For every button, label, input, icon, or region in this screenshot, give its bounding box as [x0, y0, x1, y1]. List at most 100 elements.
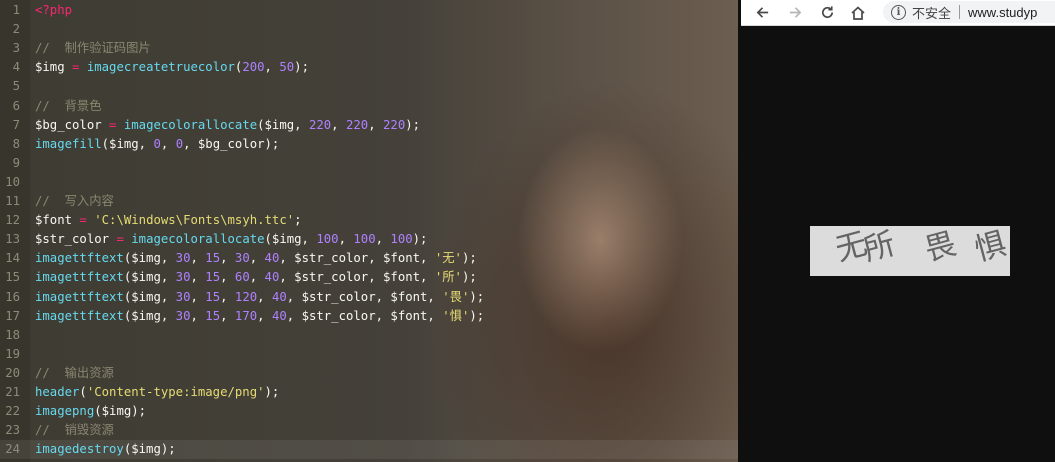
line-code[interactable]: $str_color = imagecolorallocate($img, 10… [35, 230, 427, 249]
line-code[interactable]: $bg_color = imagecolorallocate($img, 220… [35, 116, 420, 135]
code-token: ; [294, 213, 302, 228]
code-token: 'C:\Windows\Fonts\msyh.ttc' [94, 213, 295, 228]
back-arrow-icon[interactable] [750, 0, 774, 25]
line-code[interactable]: imagettftext($img, 30, 15, 120, 40, $str… [35, 288, 484, 307]
code-line[interactable]: 11 // 写入内容 [0, 192, 738, 211]
line-number: 22 [5, 404, 20, 419]
code-line[interactable]: 8 imagefill($img, 0, 0, $bg_color); [0, 135, 738, 154]
code-line[interactable]: 18 [0, 326, 738, 345]
code-token: ); [461, 270, 477, 285]
line-code[interactable]: imagettftext($img, 30, 15, 170, 40, $str… [35, 307, 484, 326]
line-number: 10 [5, 174, 20, 189]
code-token: // 输出资源 [35, 365, 114, 380]
forward-arrow-icon[interactable] [783, 0, 807, 25]
line-code[interactable]: // 制作验证码图片 [35, 39, 151, 58]
code-token: ($img, [123, 308, 176, 323]
code-line[interactable]: 21 header('Content-type:image/png'); [0, 383, 738, 402]
code-token: '所' [434, 270, 462, 285]
line-code[interactable]: $img = imagecreatetruecolor(200, 50); [35, 58, 309, 77]
line-code[interactable]: header('Content-type:image/png'); [35, 383, 279, 402]
code-token: 100 [316, 232, 339, 247]
line-code[interactable]: imagettftext($img, 30, 15, 60, 40, $str_… [35, 268, 477, 287]
code-line[interactable]: 5 [0, 77, 738, 96]
line-code[interactable]: // 销毁资源 [35, 421, 114, 440]
code-line[interactable]: 20 // 输出资源 [0, 364, 738, 383]
line-number: 17 [5, 308, 20, 323]
code-token: , [257, 308, 272, 323]
line-code[interactable]: // 背景色 [35, 97, 102, 116]
line-number: 21 [5, 385, 20, 399]
code-token: 40 [264, 270, 280, 285]
code-token: , [375, 232, 391, 247]
line-number: 14 [5, 251, 20, 266]
browser-toolbar: i 不安全 www.studyp [741, 0, 1055, 26]
code-line[interactable]: 13 $str_color = imagecolorallocate($img, … [0, 230, 738, 249]
code-line[interactable]: 6 // 背景色 [0, 97, 738, 116]
code-token: = [109, 232, 132, 247]
code-token: $bg_color [35, 117, 102, 132]
code-token: 50 [279, 60, 295, 75]
code-line[interactable]: 19 [0, 345, 738, 364]
code-line[interactable]: 4 $img = imagecreatetruecolor(200, 50); [0, 58, 738, 77]
code-token: imagettftext [35, 270, 124, 285]
home-icon[interactable] [846, 0, 870, 25]
code-line[interactable]: 10 [0, 173, 738, 192]
line-code[interactable]: imagedestroy($img); [35, 440, 176, 459]
code-line[interactable]: 22 imagepng($img); [0, 402, 738, 421]
code-token: '畏' [442, 289, 470, 304]
line-code[interactable]: imagettftext($img, 30, 15, 30, 40, $str_… [35, 249, 477, 268]
code-token: , [338, 232, 354, 247]
reload-icon[interactable] [815, 0, 839, 25]
code-line[interactable]: 12 $font = 'C:\Windows\Fonts\msyh.ttc'; [0, 211, 738, 230]
code-token: ($img); [123, 442, 176, 457]
line-code[interactable]: imagefill($img, 0, 0, $bg_color); [35, 135, 279, 154]
line-code[interactable]: // 输出资源 [35, 364, 114, 383]
info-icon[interactable]: i [891, 4, 906, 20]
line-code[interactable]: // 写入内容 [35, 192, 114, 211]
code-line[interactable]: 2 [0, 20, 738, 39]
address-bar[interactable]: i 不安全 www.studyp [883, 1, 1055, 23]
code-token: ($img, [123, 289, 176, 304]
code-token: 60 [234, 270, 250, 285]
code-token: 'Content-type:image/png' [86, 385, 265, 399]
code-token: 0 [175, 136, 184, 151]
code-token: ($img, [101, 136, 154, 151]
line-code[interactable]: <?php [35, 1, 72, 20]
line-number: 24 [5, 442, 20, 457]
code-token: imagefill [35, 136, 102, 151]
code-token: $img [35, 60, 65, 75]
line-number: 19 [5, 346, 20, 361]
line-number: 4 [12, 60, 20, 75]
code-token: ($img, [264, 232, 317, 247]
code-editor[interactable]: 1 <?php 2 3// 制作验证码图片 4 $img = imagecreatetru… [0, 0, 738, 462]
code-line[interactable]: 17 imagettftext($img, 30, 15, 170, 40, $s… [0, 307, 738, 326]
code-token: 220 [345, 117, 369, 132]
code-token: 220 [308, 117, 332, 132]
code-line[interactable]: 23 // 销毁资源 [0, 421, 738, 440]
code-token: imagedestroy [35, 442, 124, 457]
code-line[interactable]: 14 imagettftext($img, 30, 15, 30, 40, $st… [0, 249, 738, 268]
code-line[interactable]: 3 // 制作验证码图片 [0, 39, 738, 58]
line-code[interactable]: $font = 'C:\Windows\Fonts\msyh.ttc'; [35, 211, 302, 230]
line-number: 3 [12, 41, 20, 56]
url-text[interactable]: www.studyp [968, 5, 1037, 20]
code-token: = [64, 60, 87, 75]
code-token: $font [35, 213, 73, 228]
code-line[interactable]: 9 [0, 154, 738, 173]
code-line[interactable]: 16 imagettftext($img, 30, 15, 120, 40, $s… [0, 288, 738, 307]
line-number: 23 [5, 423, 20, 438]
code-token: 15 [205, 251, 221, 266]
code-token: ); [461, 251, 477, 266]
code-token: ); [405, 117, 421, 132]
code-token: 15 [205, 270, 221, 285]
code-line[interactable]: 15 imagettftext($img, 30, 15, 60, 40, $st… [0, 268, 738, 287]
code-token: 15 [205, 308, 221, 323]
code-line[interactable]: 7 $bg_color = imagecolorallocate($img, 22… [0, 116, 738, 135]
code-token: // 背景色 [35, 98, 102, 113]
code-token: , $str_color, $font, [286, 289, 443, 304]
code-line[interactable]: 1 <?php [0, 1, 738, 20]
code-line[interactable]: 24 imagedestroy($img); [0, 440, 738, 460]
code-token: ($img, [257, 117, 309, 132]
line-code[interactable]: imagepng($img); [35, 402, 146, 421]
code-token: ($img, [123, 251, 176, 266]
